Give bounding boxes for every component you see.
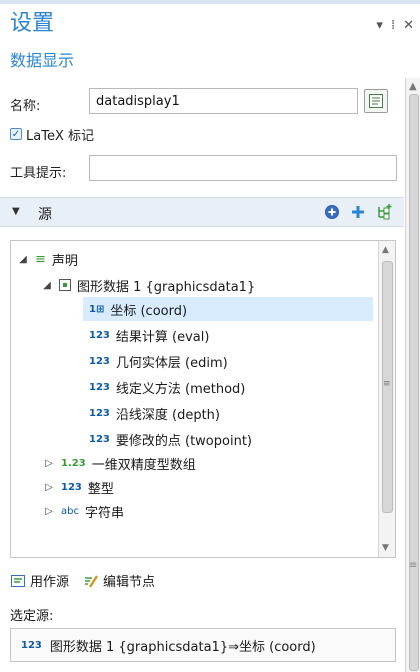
edit-node-label: 编辑节点 <box>103 575 156 590</box>
tree-actions: 用作源 编辑节点 <box>10 571 155 590</box>
string-icon: abc <box>61 505 79 517</box>
pin-icon[interactable]: ⁞ <box>391 18 395 33</box>
selected-source-field: 123 图形数据 1 {graphicsdata1}⇒坐标 (coord) <box>10 628 396 662</box>
panel-title: 设置 <box>10 11 55 36</box>
collapsed-caret-icon[interactable]: ▷ <box>43 506 55 517</box>
tree-add-icon[interactable] <box>376 203 394 221</box>
latex-label: LaTeX 标记 <box>26 129 94 144</box>
integer-icon: 123 <box>61 481 82 493</box>
array-variable-icon: 1⊞ <box>89 303 105 315</box>
tree-group-string[interactable]: ▷ abc 字符串 <box>43 499 124 523</box>
tree-item-coord[interactable]: 1⊞ 坐标 (coord) <box>83 297 373 321</box>
integer-icon: 123 <box>89 355 110 367</box>
name-label: 名称: <box>10 99 41 114</box>
collapsed-caret-icon[interactable]: ▷ <box>43 482 55 493</box>
tree-group-double-array[interactable]: ▷ 1.23 一维双精度型数组 <box>43 451 196 475</box>
tree-group-label: 字符串 <box>84 505 124 521</box>
source-section-actions <box>324 203 394 221</box>
integer-icon: 123 <box>89 433 110 445</box>
list-edit-icon <box>369 94 383 108</box>
source-tree[interactable]: ◢ ≡ 声明 ◢ 图形数据 1 {graphicsdata1} 1⊞ 坐标 (c… <box>10 240 396 558</box>
name-input[interactable] <box>89 88 358 114</box>
edit-node-icon <box>85 574 99 588</box>
scroll-up-icon[interactable]: ▲ <box>409 81 417 92</box>
integer-icon: 123 <box>21 639 42 651</box>
use-as-source-label: 用作源 <box>30 575 70 590</box>
tree-scrollbar[interactable]: ▲ ≡ ▼ <box>378 241 395 557</box>
name-options-button[interactable] <box>364 89 388 113</box>
selected-source-value: 图形数据 1 {graphicsdata1}⇒坐标 (coord) <box>49 639 316 655</box>
scroll-up-icon[interactable]: ▲ <box>382 245 389 255</box>
tree-root-label: 声明 <box>51 253 78 269</box>
declaration-icon: ≡ <box>35 251 46 267</box>
source-section-title: 源 <box>38 207 52 223</box>
add-circle-icon[interactable] <box>324 204 340 220</box>
graphics-data-icon <box>59 279 71 291</box>
tree-group-label: 一维双精度型数组 <box>91 457 196 473</box>
expand-caret-icon[interactable]: ◢ <box>17 254 29 265</box>
use-as-source-button[interactable]: 用作源 <box>10 571 69 590</box>
add-icon[interactable] <box>350 204 366 220</box>
scroll-down-icon[interactable]: ▼ <box>382 543 389 553</box>
tree-group-label: 整型 <box>87 481 114 497</box>
tree-item-label: 要修改的点 (twopoint) <box>115 433 252 449</box>
tree-item-label: 结果计算 (eval) <box>115 329 210 345</box>
integer-icon: 123 <box>89 329 110 341</box>
source-section-header[interactable]: ▼ 源 <box>0 197 404 227</box>
panel-scroll-thumb[interactable] <box>409 94 419 671</box>
double-array-icon: 1.23 <box>61 457 86 469</box>
integer-icon: 123 <box>89 407 110 419</box>
integer-icon: 123 <box>89 381 110 393</box>
panel-scrollbar[interactable]: ▲ ≡ <box>405 78 420 672</box>
collapse-caret-icon[interactable]: ▼ <box>12 206 20 217</box>
dropdown-menu-icon[interactable]: ▾ <box>376 18 383 33</box>
tree-item-method[interactable]: 123 线定义方法 (method) <box>83 375 245 399</box>
tree-item-depth[interactable]: 123 沿线深度 (depth) <box>83 401 220 425</box>
collapsed-caret-icon[interactable]: ▷ <box>43 458 55 469</box>
tooltip-input[interactable] <box>89 155 397 181</box>
scroll-grip-icon: ≡ <box>383 379 391 389</box>
use-as-source-icon <box>11 574 25 587</box>
panel-top-border <box>0 0 420 4</box>
expand-caret-icon[interactable]: ◢ <box>41 280 53 291</box>
tree-graphics-node[interactable]: ◢ 图形数据 1 {graphicsdata1} <box>41 273 255 297</box>
tree-item-twopoint[interactable]: 123 要修改的点 (twopoint) <box>83 427 252 451</box>
tree-group-integer[interactable]: ▷ 123 整型 <box>43 475 114 499</box>
window-controls: ▾ ⁞ ✕ <box>376 18 414 33</box>
tree-item-label: 沿线深度 (depth) <box>115 407 220 423</box>
selected-source-label: 选定源: <box>10 609 54 624</box>
tooltip-label: 工具提示: <box>10 166 67 181</box>
edit-node-button[interactable]: 编辑节点 <box>83 571 155 590</box>
tree-item-label: 线定义方法 (method) <box>115 381 246 397</box>
close-icon[interactable]: ✕ <box>403 18 414 33</box>
tree-root[interactable]: ◢ ≡ 声明 <box>17 247 78 271</box>
scroll-grip-icon: ≡ <box>409 560 418 571</box>
tree-item-label: 几何实体层 (edim) <box>115 355 228 371</box>
tree-item-label: 坐标 (coord) <box>110 303 188 319</box>
panel-subtitle: 数据显示 <box>10 51 75 70</box>
latex-checkbox[interactable]: ✓ <box>10 128 22 140</box>
tree-item-edim[interactable]: 123 几何实体层 (edim) <box>83 349 228 373</box>
graphics-node-label: 图形数据 1 {graphicsdata1} <box>77 279 256 295</box>
tree-item-eval[interactable]: 123 结果计算 (eval) <box>83 323 209 347</box>
